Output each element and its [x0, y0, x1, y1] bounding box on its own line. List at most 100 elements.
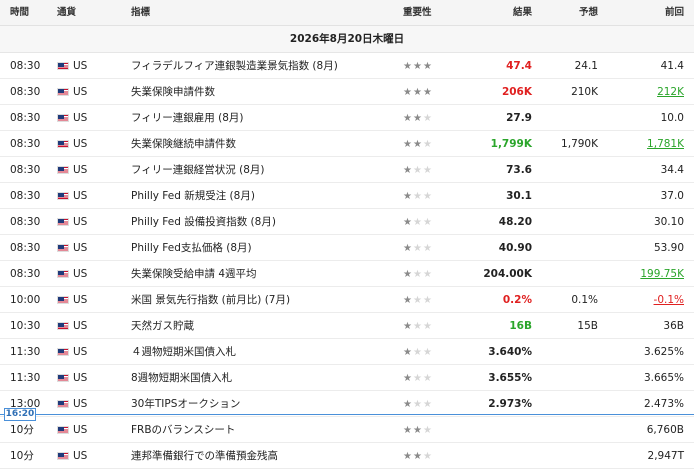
header-importance[interactable]: 重要性 [403, 0, 432, 26]
event-previous[interactable]: 212K [657, 79, 684, 105]
event-name[interactable]: FRBのバランスシート [131, 417, 235, 443]
event-currency: US [73, 268, 88, 280]
table-row[interactable]: 10分 US 連邦準備銀行での準備預金残高 ★★★ 2,947T [0, 443, 694, 469]
event-currency: US [73, 424, 88, 436]
star-icon: ★ [412, 139, 423, 150]
us-flag-icon [57, 400, 69, 408]
star-icon: ★ [412, 295, 423, 306]
event-actual: 73.6 [506, 164, 532, 176]
event-previous[interactable]: 199.75K [640, 261, 684, 287]
star-icon: ★ [412, 269, 423, 280]
star-icon: ★ [422, 139, 433, 150]
us-flag-icon [57, 166, 69, 174]
event-previous[interactable]: -0.1% [654, 287, 684, 313]
star-icon: ★ [403, 87, 413, 98]
event-name[interactable]: フィリー連銀雇用 (8月) [131, 105, 244, 131]
event-currency: US [73, 294, 88, 306]
us-flag-icon [57, 62, 69, 70]
event-previous[interactable]: 1,781K [647, 131, 684, 157]
event-actual: 30.1 [506, 190, 532, 202]
event-actual: 204.00K [483, 268, 532, 280]
star-icon: ★ [422, 191, 433, 202]
event-name[interactable]: フィラデルフィア連銀製造業景気指数 (8月) [131, 53, 338, 79]
star-icon: ★ [422, 217, 433, 228]
star-icon: ★ [412, 425, 423, 436]
event-previous: 10.0 [660, 112, 684, 124]
event-name[interactable]: Philly Fed支払価格 (8月) [131, 235, 252, 261]
header-previous[interactable]: 前回 [665, 0, 684, 26]
event-name[interactable]: Philly Fed 新規受注 (8月) [131, 183, 255, 209]
event-name[interactable]: ４週物短期米国債入札 [131, 339, 236, 365]
event-name[interactable]: 失業保険継続申請件数 [131, 131, 236, 157]
header-indicator[interactable]: 指標 [131, 0, 150, 26]
event-forecast: 0.1% [571, 294, 598, 306]
event-name[interactable]: 天然ガス貯蔵 [131, 313, 194, 339]
star-icon: ★ [403, 191, 413, 202]
star-icon: ★ [403, 347, 413, 358]
event-currency: US [73, 164, 88, 176]
table-row[interactable]: 08:30 US フィラデルフィア連銀製造業景気指数 (8月) ★★★ 47.4 24.1… [0, 53, 694, 79]
event-currency: US [73, 450, 88, 462]
importance-stars: ★★★ [403, 235, 433, 261]
star-icon: ★ [422, 321, 433, 332]
table-row[interactable]: 10分 US FRBのバランスシート ★★★ 6,760B [0, 417, 694, 443]
us-flag-icon [57, 296, 69, 304]
table-row[interactable]: 08:30 US 失業保険受給申請 4週平均 ★★★ 204.00K 199.75K [0, 261, 694, 287]
event-name[interactable]: 失業保険受給申請 4週平均 [131, 261, 257, 287]
event-previous: 37.0 [660, 190, 684, 202]
importance-stars: ★★★ [403, 287, 433, 313]
table-row[interactable]: 08:30 US Philly Fed 新規受注 (8月) ★★★ 30.1 37.0 [0, 183, 694, 209]
table-row[interactable]: 10:30 US 天然ガス貯蔵 ★★★ 16B 15B 36B [0, 313, 694, 339]
star-icon: ★ [403, 61, 413, 72]
table-row[interactable]: 10:00 US 米国 景気先行指数 (前月比) (7月) ★★★ 0.2% 0.1% -0… [0, 287, 694, 313]
event-time: 11:30 [10, 372, 41, 384]
us-flag-icon [57, 244, 69, 252]
table-row[interactable]: 08:30 US Philly Fed 設備投資指数 (8月) ★★★ 48.20 30.… [0, 209, 694, 235]
event-name[interactable]: フィリー連銀経営状況 (8月) [131, 157, 265, 183]
star-icon: ★ [412, 399, 423, 410]
event-time: 10分 [10, 450, 34, 462]
table-row[interactable]: 08:30 US 失業保険継続申請件数 ★★★ 1,799K 1,790K 1,781K [0, 131, 694, 157]
importance-stars: ★★★ [403, 183, 433, 209]
event-currency: US [73, 60, 88, 72]
header-actual[interactable]: 結果 [513, 0, 532, 26]
event-currency: US [73, 138, 88, 150]
star-icon: ★ [422, 165, 433, 176]
star-icon: ★ [422, 373, 433, 384]
event-actual: 1,799K [490, 138, 532, 150]
event-name[interactable]: Philly Fed 設備投資指数 (8月) [131, 209, 276, 235]
star-icon: ★ [412, 321, 423, 332]
event-currency: US [73, 346, 88, 358]
us-flag-icon [57, 348, 69, 356]
table-row[interactable]: 08:30 US Philly Fed支払価格 (8月) ★★★ 40.90 53.90 [0, 235, 694, 261]
header-time[interactable]: 時間 [10, 0, 29, 26]
table-row[interactable]: 08:30 US 失業保険申請件数 ★★★ 206K 210K 212K [0, 79, 694, 105]
table-header: 時間 通貨 指標 重要性 結果 予想 前回 [0, 0, 694, 26]
star-icon: ★ [412, 165, 423, 176]
us-flag-icon [57, 140, 69, 148]
event-time: 08:30 [10, 190, 41, 202]
header-currency[interactable]: 通貨 [57, 0, 76, 26]
star-icon: ★ [422, 295, 433, 306]
importance-stars: ★★★ [403, 443, 433, 469]
event-forecast: 210K [571, 86, 598, 98]
event-name[interactable]: 8週物短期米国債入札 [131, 365, 232, 391]
importance-stars: ★★★ [403, 53, 433, 79]
star-icon: ★ [403, 113, 413, 124]
event-name[interactable]: 失業保険申請件数 [131, 79, 215, 105]
table-row[interactable]: 11:30 US ４週物短期米国債入札 ★★★ 3.640% 3.625% [0, 339, 694, 365]
table-row[interactable]: 08:30 US フィリー連銀経営状況 (8月) ★★★ 73.6 34.4 [0, 157, 694, 183]
star-icon: ★ [403, 399, 413, 410]
event-name[interactable]: 連邦準備銀行での準備預金残高 [131, 443, 278, 469]
star-icon: ★ [422, 451, 433, 462]
event-previous: 41.4 [660, 60, 684, 72]
event-previous: 30.10 [653, 216, 684, 228]
table-row[interactable]: 08:30 US フィリー連銀雇用 (8月) ★★★ 27.9 10.0 [0, 105, 694, 131]
event-previous: 2,947T [647, 450, 684, 462]
table-row[interactable]: 11:30 US 8週物短期米国債入札 ★★★ 3.655% 3.665% [0, 365, 694, 391]
header-forecast[interactable]: 予想 [579, 0, 598, 26]
event-name[interactable]: 米国 景気先行指数 (前月比) (7月) [131, 287, 290, 313]
star-icon: ★ [412, 217, 423, 228]
us-flag-icon [57, 270, 69, 278]
star-icon: ★ [403, 295, 413, 306]
